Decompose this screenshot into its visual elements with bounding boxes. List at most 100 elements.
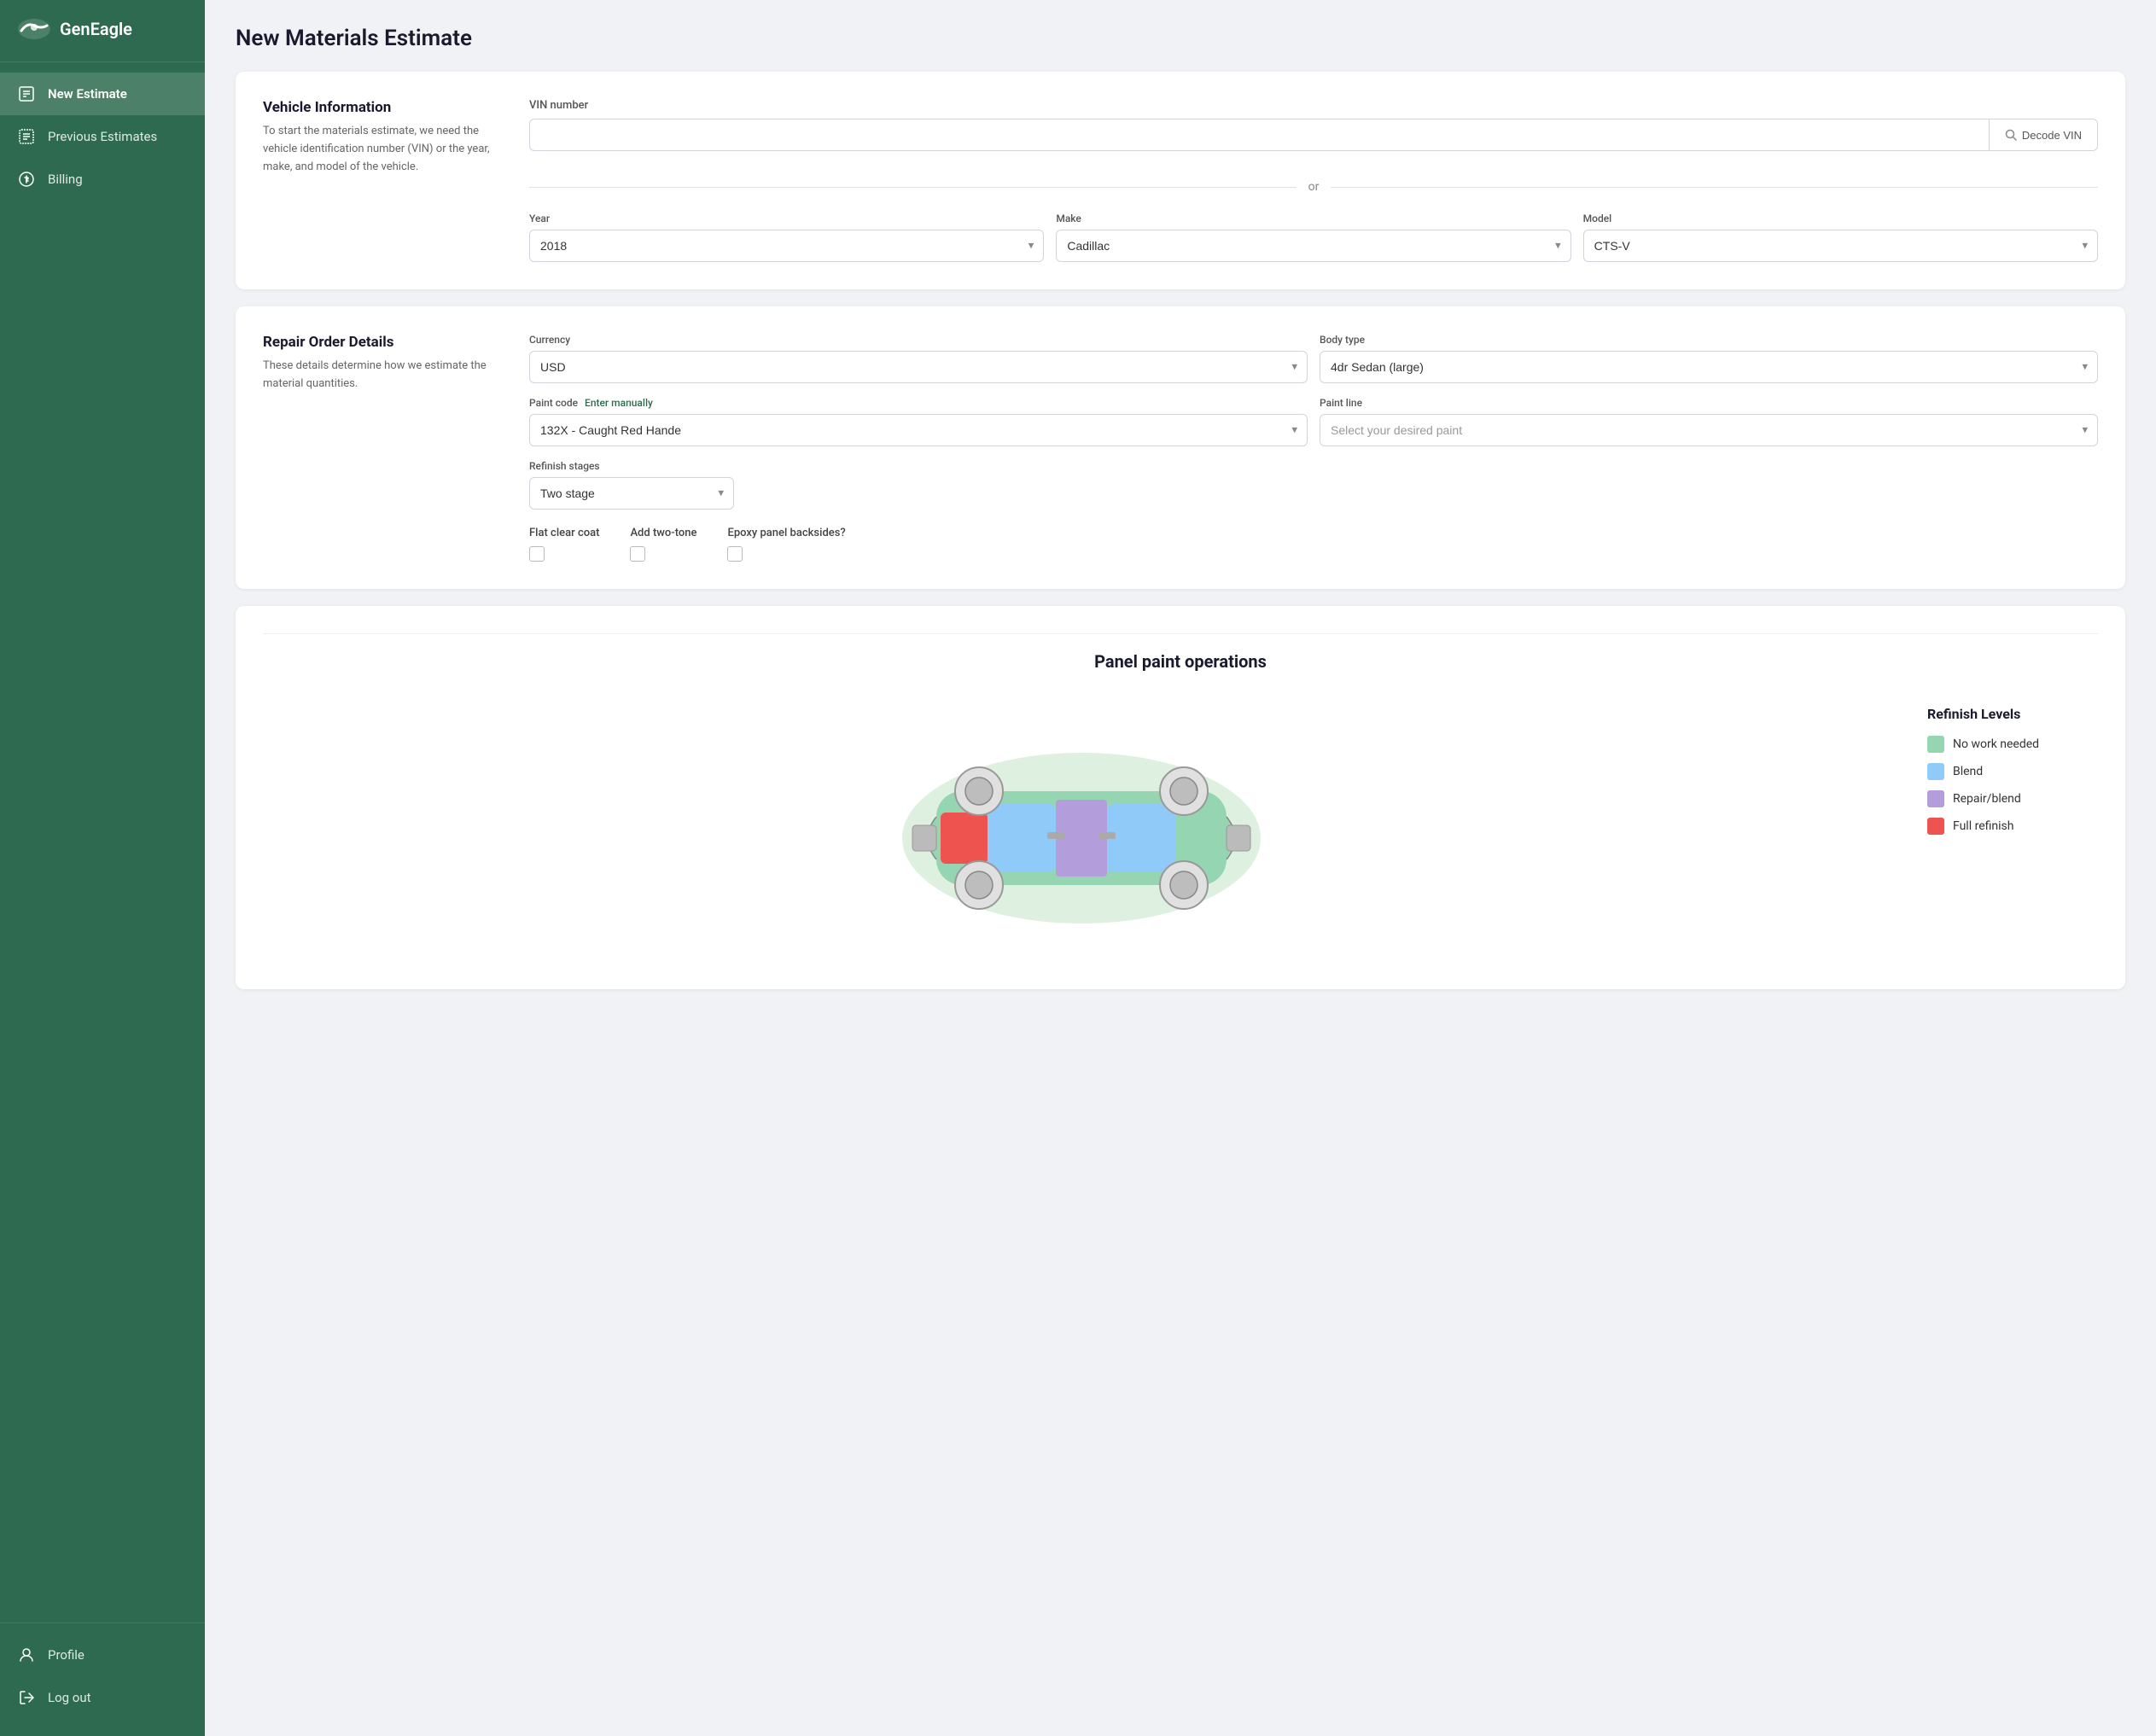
year-select[interactable]: 2016 2017 2018 2019 2020	[529, 230, 1044, 262]
new-estimate-icon	[17, 84, 36, 103]
make-field-group: Make Cadillac Chevrolet Ford Toyota ▾	[1056, 213, 1570, 262]
or-line-right	[1331, 187, 2098, 188]
paint-line-select[interactable]: Select your desired paint	[1320, 414, 2098, 446]
paint-line-field-group: Paint line Select your desired paint ▾	[1320, 397, 2098, 446]
refinish-legend: Refinish Levels No work needed Blend Rep…	[1927, 706, 2098, 845]
body-type-label: Body type	[1320, 334, 2098, 346]
legend-item-blend: Blend	[1927, 763, 2098, 780]
body-type-field-group: Body type 4dr Sedan (large) 4dr Sedan (s…	[1320, 334, 2098, 383]
no-work-label: No work needed	[1953, 737, 2039, 751]
panel-paint-operations-section: Panel paint operations	[236, 606, 2125, 989]
vin-row: Decode VIN	[529, 119, 2098, 151]
make-select-wrap: Cadillac Chevrolet Ford Toyota ▾	[1056, 230, 1570, 262]
currency-label: Currency	[529, 334, 1308, 346]
car-diagram	[263, 706, 1900, 962]
refinish-select-wrap: Single stage Two stage Three stage ▾	[529, 477, 734, 510]
vehicle-info-grid: Vehicle Information To start the materia…	[263, 99, 2098, 262]
currency-select-wrap: USD CAD EUR ▾	[529, 351, 1308, 383]
add-two-tone-checkbox[interactable]	[630, 546, 645, 562]
repair-order-grid: Repair Order Details These details deter…	[263, 334, 2098, 562]
profile-icon	[17, 1646, 36, 1664]
model-select-wrap: CTS-V ATS CT6 Escalade ▾	[1583, 230, 2098, 262]
epoxy-panel-checkbox[interactable]	[727, 546, 743, 562]
no-work-color-dot	[1927, 736, 1944, 753]
page-title: New Materials Estimate	[236, 26, 2125, 51]
repair-blend-label: Repair/blend	[1953, 792, 2021, 806]
flat-clear-coat-checkbox[interactable]	[529, 546, 545, 562]
full-refinish-label: Full refinish	[1953, 819, 2013, 833]
sidebar-item-logout[interactable]: Log out	[0, 1676, 205, 1719]
make-label: Make	[1056, 213, 1570, 224]
search-icon	[2005, 129, 2017, 141]
blend-label: Blend	[1953, 765, 1983, 778]
or-text: or	[1308, 180, 1320, 194]
logo-text: GenEagle	[60, 19, 132, 39]
body-type-select-wrap: 4dr Sedan (large) 4dr Sedan (small) SUV …	[1320, 351, 2098, 383]
paint-code-field-group: Paint code Enter manually 132X - Caught …	[529, 397, 1308, 446]
previous-estimates-icon	[17, 127, 36, 146]
paint-code-label-row: Paint code Enter manually	[529, 397, 1308, 409]
repair-section-title: Repair Order Details	[263, 334, 502, 351]
currency-field-group: Currency USD CAD EUR ▾	[529, 334, 1308, 383]
year-select-wrap: 2016 2017 2018 2019 2020 ▾	[529, 230, 1044, 262]
refinish-stages-label: Refinish stages	[529, 460, 734, 472]
sidebar-item-label-billing: Billing	[48, 172, 83, 187]
legend-item-full-refinish: Full refinish	[1927, 818, 2098, 835]
model-label: Model	[1583, 213, 2098, 224]
sidebar-bottom: Profile Log out	[0, 1622, 205, 1736]
sidebar-item-label-logout: Log out	[48, 1690, 91, 1705]
paint-code-paintline-row: Paint code Enter manually 132X - Caught …	[529, 397, 2098, 446]
paint-line-select-wrap: Select your desired paint ▾	[1320, 414, 2098, 446]
refinish-stages-select[interactable]: Single stage Two stage Three stage	[529, 477, 734, 510]
vehicle-section-title: Vehicle Information	[263, 99, 502, 116]
main-content: New Materials Estimate Vehicle Informati…	[205, 0, 2156, 1736]
or-line-left	[529, 187, 1297, 188]
paint-code-select[interactable]: 132X - Caught Red Hande	[529, 414, 1308, 446]
repair-section-desc: These details determine how we estimate …	[263, 358, 502, 393]
repair-order-description: Repair Order Details These details deter…	[263, 334, 502, 562]
model-field-group: Model CTS-V ATS CT6 Escalade ▾	[1583, 213, 2098, 262]
billing-icon	[17, 170, 36, 189]
year-field-group: Year 2016 2017 2018 2019 2020 ▾	[529, 213, 1044, 262]
car-diagram-svg	[877, 706, 1286, 962]
vehicle-info-description: Vehicle Information To start the materia…	[263, 99, 502, 176]
paint-line-label: Paint line	[1320, 397, 2098, 409]
paint-code-select-wrap: 132X - Caught Red Hande ▾	[529, 414, 1308, 446]
currency-select[interactable]: USD CAD EUR	[529, 351, 1308, 383]
legend-item-no-work: No work needed	[1927, 736, 2098, 753]
repair-order-card: Repair Order Details These details deter…	[236, 306, 2125, 589]
vehicle-section-desc: To start the materials estimate, we need…	[263, 123, 502, 176]
decode-vin-button[interactable]: Decode VIN	[1989, 119, 2098, 151]
panel-paint-title: Panel paint operations	[263, 633, 2098, 685]
model-select[interactable]: CTS-V ATS CT6 Escalade	[1583, 230, 2098, 262]
vin-input[interactable]	[529, 119, 1989, 151]
logo-container: GenEagle	[0, 0, 205, 62]
year-label: Year	[529, 213, 1044, 224]
geneagle-logo-icon	[17, 17, 51, 41]
body-type-select[interactable]: 4dr Sedan (large) 4dr Sedan (small) SUV …	[1320, 351, 2098, 383]
logout-icon	[17, 1688, 36, 1707]
sidebar: GenEagle New Estimate Previous Estimates…	[0, 0, 205, 1736]
vin-field-group: VIN number Decode VIN	[529, 99, 2098, 165]
vin-label: VIN number	[529, 99, 2098, 112]
epoxy-panel-group: Epoxy panel backsides?	[727, 527, 845, 562]
sidebar-item-new-estimate[interactable]: New Estimate	[0, 73, 205, 115]
make-select[interactable]: Cadillac Chevrolet Ford Toyota	[1056, 230, 1570, 262]
vehicle-information-card: Vehicle Information To start the materia…	[236, 72, 2125, 289]
add-two-tone-group: Add two-tone	[630, 527, 696, 562]
vehicle-form-area: VIN number Decode VIN or	[529, 99, 2098, 262]
sidebar-item-previous-estimates[interactable]: Previous Estimates	[0, 115, 205, 158]
currency-bodytype-row: Currency USD CAD EUR ▾ Body type	[529, 334, 2098, 383]
flat-clear-coat-label: Flat clear coat	[529, 527, 599, 539]
epoxy-panel-label: Epoxy panel backsides?	[727, 527, 845, 539]
repair-fields: Currency USD CAD EUR ▾ Body type	[529, 334, 2098, 562]
enter-manually-link[interactable]: Enter manually	[585, 397, 653, 409]
add-two-tone-label: Add two-tone	[630, 527, 696, 539]
legend-item-repair-blend: Repair/blend	[1927, 790, 2098, 807]
sidebar-item-profile[interactable]: Profile	[0, 1634, 205, 1676]
sidebar-item-billing[interactable]: Billing	[0, 158, 205, 201]
paint-code-label: Paint code	[529, 397, 578, 409]
year-make-model-row: Year 2016 2017 2018 2019 2020 ▾	[529, 213, 2098, 262]
legend-title: Refinish Levels	[1927, 706, 2098, 722]
sidebar-item-label-new-estimate: New Estimate	[48, 86, 127, 102]
